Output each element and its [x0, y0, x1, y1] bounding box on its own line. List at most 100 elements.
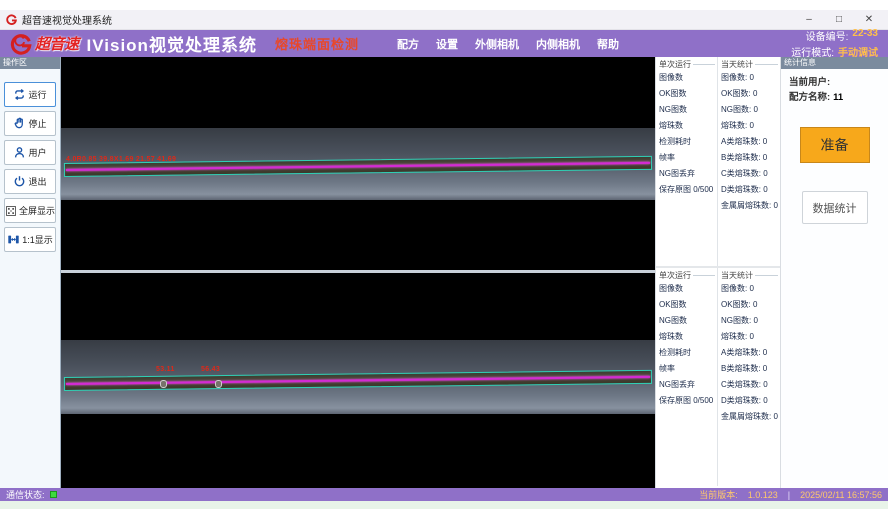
brand-logo-icon — [10, 33, 32, 55]
run-button[interactable]: 运行 — [4, 82, 56, 107]
menu-help[interactable]: 帮助 — [597, 36, 619, 52]
stat-row: D类熔珠数: 0 — [721, 182, 780, 198]
stat-row: A类熔珠数: 0 — [721, 345, 780, 361]
single-run-title: 单次运行 — [659, 59, 691, 70]
datetime-value: 2025/02/11 16:57:56 — [800, 490, 882, 500]
stat-row: C类熔珠数: 0 — [721, 377, 780, 393]
daily-stats-title: 当天统计 — [721, 59, 753, 70]
inner-camera-viewport[interactable]: 53.11 56.43 — [61, 273, 655, 488]
stat-row: OK图数: 0 — [721, 297, 780, 313]
stat-row: NG图数 — [659, 102, 717, 118]
main-area: 操作区 运行 停止 用户 退出 全屏显示 — [0, 57, 888, 488]
app-logo-icon — [6, 14, 17, 25]
stat-row: 熔珠数 — [659, 329, 717, 345]
brand-name: 超音速 — [35, 33, 79, 54]
daily-stats-rows: 图像数: 0OK图数: 0NG图数: 0熔珠数: 0A类熔珠数: 0B类熔珠数:… — [721, 281, 780, 425]
stat-row: 帧率 — [659, 150, 717, 166]
stat-row: 熔珠数 — [659, 118, 717, 134]
defect-marker — [215, 380, 222, 388]
stat-row: NG图丢弃 — [659, 166, 717, 182]
prepare-button[interactable]: 准备 — [800, 127, 870, 163]
stat-row: 图像数 — [659, 281, 717, 297]
menu-inner-camera[interactable]: 内侧相机 — [536, 36, 580, 52]
cycle-arrows-icon — [13, 88, 26, 101]
single-run-group-bottom: 单次运行 图像数OK图数NG图数熔珠数检测耗时帧率NG图丢弃保存原图 0/500 — [656, 268, 718, 486]
power-icon — [13, 175, 26, 188]
version-label: 当前版本: — [699, 488, 738, 501]
comm-status-indicator — [50, 491, 57, 498]
version-value: 1.0.123 — [748, 490, 778, 500]
stat-row: C类熔珠数: 0 — [721, 166, 780, 182]
minimize-button[interactable]: – — [796, 12, 822, 28]
measurement-annotation: 4.0R0.85 39.8X1.69 21.57 41.69 — [66, 156, 176, 163]
device-number-value: 22-33 — [852, 28, 878, 43]
single-run-rows: 图像数OK图数NG图数熔珠数检测耗时帧率NG图丢弃保存原图 0/500 — [659, 281, 717, 409]
separator: | — [788, 490, 790, 500]
recipe-name-value: 11 — [833, 92, 843, 103]
stat-row: NG图数: 0 — [721, 102, 780, 118]
user-button[interactable]: 用户 — [4, 140, 56, 165]
current-user-label: 当前用户: — [789, 77, 830, 88]
exit-button[interactable]: 退出 — [4, 169, 56, 194]
stat-row: B类熔珠数: 0 — [721, 361, 780, 377]
statistics-info-panel: 统计信息 当前用户: 配方名称:11 准备 数据统计 — [780, 57, 888, 488]
single-run-group-top: 单次运行 图像数OK图数NG图数熔珠数检测耗时帧率NG图丢弃保存原图 0/500 — [656, 57, 718, 266]
menu-outer-camera[interactable]: 外侧相机 — [475, 36, 519, 52]
daily-stats-group-bottom: 当天统计 图像数: 0OK图数: 0NG图数: 0熔珠数: 0A类熔珠数: 0B… — [718, 268, 780, 486]
stat-row: 检测耗时 — [659, 345, 717, 361]
maximize-button[interactable]: □ — [826, 12, 852, 28]
stat-row: 图像数: 0 — [721, 70, 780, 86]
stat-row: OK图数 — [659, 297, 717, 313]
one-to-one-icon — [7, 233, 20, 246]
recipe-name-label: 配方名称: — [789, 92, 830, 103]
stat-row: D类熔珠数: 0 — [721, 393, 780, 409]
stat-row: 金属屑熔珠数: 0 — [721, 198, 780, 214]
header-device-info: 设备编号:22-33 运行模式:手动调试 — [791, 28, 878, 59]
app-title: IVision视觉处理系统 — [87, 31, 257, 56]
operation-sidebar: 操作区 运行 停止 用户 退出 全屏显示 — [0, 57, 61, 488]
daily-stats-group-top: 当天统计 图像数: 0OK图数: 0NG图数: 0熔珠数: 0A类熔珠数: 0B… — [718, 57, 780, 266]
single-run-rows: 图像数OK图数NG图数熔珠数检测耗时帧率NG图丢弃保存原图 0/500 — [659, 70, 717, 198]
fullscreen-button-label: 全屏显示 — [19, 204, 55, 217]
stat-row: 检测耗时 — [659, 134, 717, 150]
stat-row: 熔珠数: 0 — [721, 329, 780, 345]
stat-row: NG图数: 0 — [721, 313, 780, 329]
app-header: 超音速 IVision视觉处理系统 熔珠端面检测 配方 设置 外侧相机 内侧相机… — [0, 30, 888, 57]
stat-row: NG图丢弃 — [659, 377, 717, 393]
stop-button-label: 停止 — [28, 117, 46, 130]
stat-row: OK图数: 0 — [721, 86, 780, 102]
daily-stats-title: 当天统计 — [721, 270, 753, 281]
fullscreen-button[interactable]: 全屏显示 — [4, 198, 56, 223]
device-number-label: 设备编号: — [806, 28, 849, 43]
window-bottom-strip — [0, 501, 888, 509]
outer-camera-viewport[interactable]: 4.0R0.85 39.8X1.69 21.57 41.69 — [61, 57, 655, 270]
stat-row: 金属屑熔珠数: 0 — [721, 409, 780, 425]
stat-row: OK图数 — [659, 86, 717, 102]
comm-status-label: 通信状态: — [6, 488, 45, 501]
stat-row: NG图数 — [659, 313, 717, 329]
run-button-label: 运行 — [28, 88, 46, 101]
stat-row: 熔珠数: 0 — [721, 118, 780, 134]
exit-button-label: 退出 — [28, 175, 46, 188]
os-title-bar: 超音速视觉处理系统 – □ ✕ — [0, 10, 888, 30]
stat-row: A类熔珠数: 0 — [721, 134, 780, 150]
status-bar: 通信状态: 当前版本: 1.0.123 | 2025/02/11 16:57:5… — [0, 488, 888, 501]
close-button[interactable]: ✕ — [856, 12, 882, 28]
info-panel-title: 统计信息 — [781, 57, 888, 69]
one-to-one-button[interactable]: 1:1显示 — [4, 227, 56, 252]
data-statistics-button[interactable]: 数据统计 — [802, 191, 868, 224]
single-run-title: 单次运行 — [659, 270, 691, 281]
defect-marker — [160, 380, 167, 388]
stat-row: 保存原图 0/500 — [659, 182, 717, 198]
camera-viewports: 4.0R0.85 39.8X1.69 21.57 41.69 53.11 56.… — [61, 57, 655, 488]
stat-row: 帧率 — [659, 361, 717, 377]
menu-settings[interactable]: 设置 — [436, 36, 458, 52]
user-button-label: 用户 — [28, 146, 46, 159]
stop-button[interactable]: 停止 — [4, 111, 56, 136]
daily-stats-rows: 图像数: 0OK图数: 0NG图数: 0熔珠数: 0A类熔珠数: 0B类熔珠数:… — [721, 70, 780, 214]
stat-row: 图像数: 0 — [721, 281, 780, 297]
stat-row: B类熔珠数: 0 — [721, 150, 780, 166]
measurement-annotation: 56.43 — [201, 366, 220, 373]
menu-recipe[interactable]: 配方 — [397, 36, 419, 52]
user-icon — [13, 146, 26, 159]
